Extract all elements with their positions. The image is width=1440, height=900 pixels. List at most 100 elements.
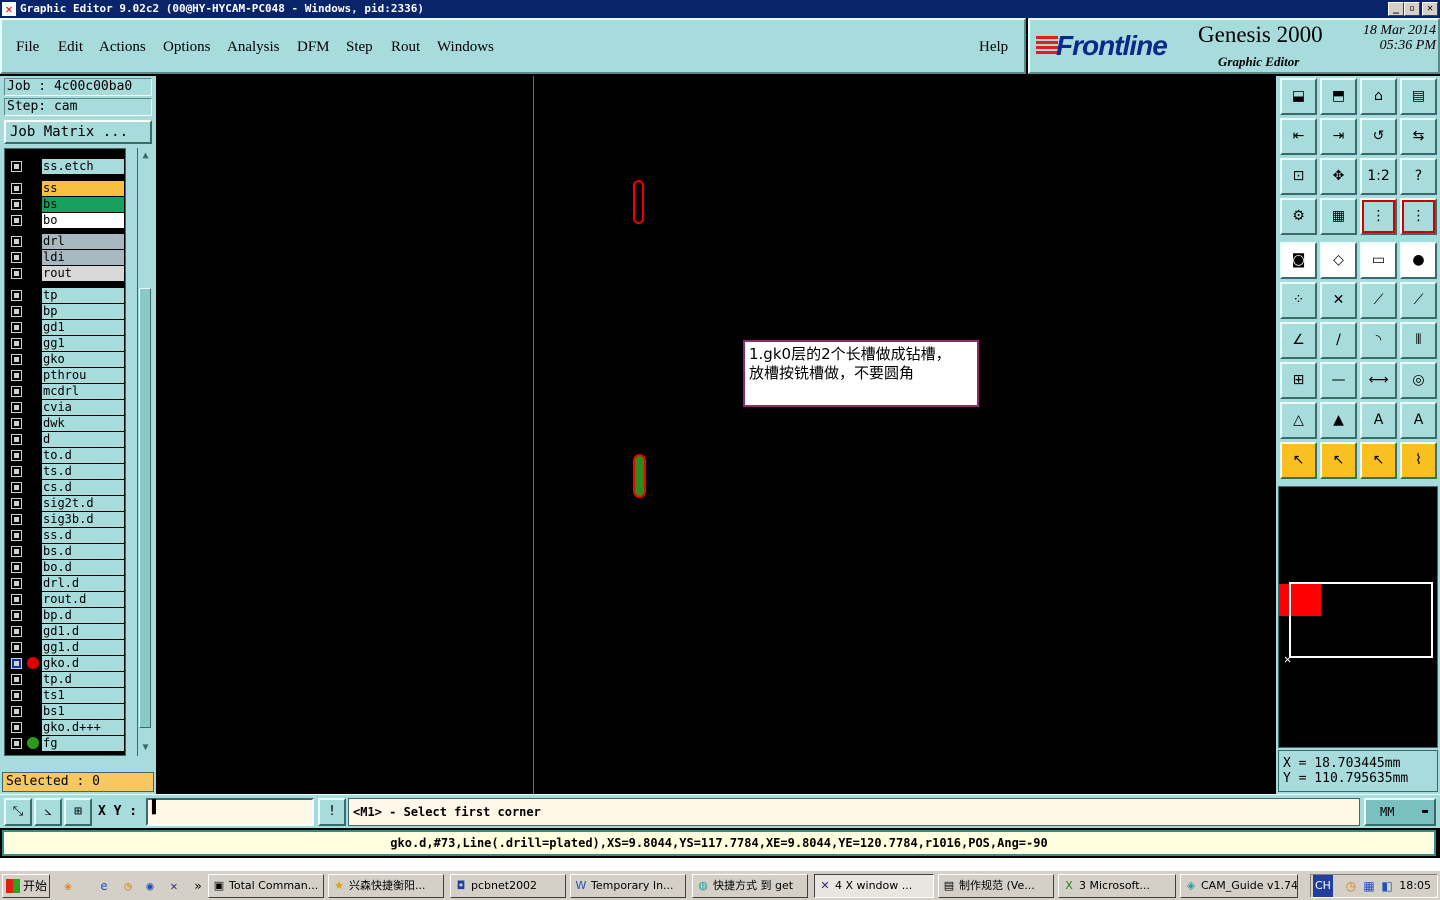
ie-icon[interactable]: e xyxy=(96,878,112,894)
ruler-icon[interactable]: ▭ xyxy=(1360,242,1397,279)
line-point-icon[interactable]: ⟋ xyxy=(1400,282,1437,319)
layer-row[interactable]: bs xyxy=(5,197,125,212)
task-spec[interactable]: ▤ 制作规范 (Ve... xyxy=(938,874,1054,898)
menu-step[interactable]: Step xyxy=(346,39,373,56)
window-icon[interactable]: ▤ xyxy=(1400,78,1437,115)
zoom-window-icon[interactable]: ⤡ xyxy=(4,798,32,826)
layer-row[interactable]: bs.d xyxy=(5,544,125,559)
menu-edit[interactable]: Edit xyxy=(58,39,83,56)
layer-checkbox[interactable] xyxy=(11,578,22,589)
grid-snap-icon[interactable]: ⊞ xyxy=(64,798,92,826)
layer-checkbox[interactable] xyxy=(11,199,22,210)
shapes-icon[interactable]: ◎ xyxy=(1400,362,1437,399)
layer-row[interactable]: gko.d xyxy=(5,656,125,671)
layer-row[interactable]: rout.d xyxy=(5,592,125,607)
layer-row[interactable]: sig2t.d xyxy=(5,496,125,511)
overview-map[interactable]: ✕ xyxy=(1278,486,1438,748)
fit-icon[interactable]: ⊡ xyxy=(1280,158,1317,195)
layer-name[interactable]: bp.d xyxy=(42,608,124,623)
layer-name[interactable]: drl xyxy=(42,234,124,249)
layer-row[interactable]: gg1 xyxy=(5,336,125,351)
scroll-down-icon[interactable]: ▼ xyxy=(140,742,151,753)
layer-name[interactable]: gd1 xyxy=(42,320,124,335)
layer-checkbox[interactable] xyxy=(11,386,22,397)
layer-row[interactable]: gko.d+++ xyxy=(5,720,125,735)
slot-feature-selected[interactable] xyxy=(633,454,646,498)
screen-icon[interactable]: ◙ xyxy=(1280,242,1317,279)
help-icon[interactable]: ? xyxy=(1400,158,1437,195)
layer-checkbox[interactable] xyxy=(11,706,22,717)
clock-app-icon[interactable]: ◷ xyxy=(120,878,136,894)
layer-checkbox[interactable] xyxy=(11,338,22,349)
layer-checkbox[interactable] xyxy=(11,354,22,365)
layer-checkbox[interactable] xyxy=(11,562,22,573)
layer-checkbox[interactable] xyxy=(11,482,22,493)
layer-row[interactable]: drl xyxy=(5,234,125,249)
layer-checkbox[interactable] xyxy=(11,690,22,701)
settings-icon[interactable]: ⚙ xyxy=(1280,198,1317,235)
layer-name[interactable]: bs.d xyxy=(42,544,124,559)
one-to-one-icon[interactable]: 1:2 xyxy=(1360,158,1397,195)
layer-row[interactable]: tp xyxy=(5,288,125,303)
pad-icon[interactable]: ● xyxy=(1400,242,1437,279)
layer-row[interactable]: ss xyxy=(5,181,125,196)
layer-name[interactable]: sig3b.d xyxy=(42,512,124,527)
layer-name[interactable]: ts.d xyxy=(42,464,124,479)
snap-alt-icon[interactable]: ⋮ xyxy=(1400,198,1437,235)
tray-clock-icon[interactable]: ◷ xyxy=(1343,878,1359,894)
layer-name[interactable]: cvia xyxy=(42,400,124,415)
pointer-box-icon[interactable]: ↖ xyxy=(1320,442,1357,479)
layer-checkbox[interactable] xyxy=(11,161,22,172)
layer-checkbox[interactable] xyxy=(11,546,22,557)
route-icon[interactable]: ⌇ xyxy=(1400,442,1437,479)
layer-row[interactable]: d xyxy=(5,432,125,447)
layer-name[interactable]: gg1 xyxy=(42,336,124,351)
menu-analysis[interactable]: Analysis xyxy=(227,39,280,56)
layer-name[interactable]: bo.d xyxy=(42,560,124,575)
input-language[interactable]: CH xyxy=(1313,875,1333,897)
layer-name[interactable]: pthrou xyxy=(42,368,124,383)
graphic-canvas[interactable]: 1.gk0层的2个长槽做成钻槽， 放槽按铣槽做，不要圆角 xyxy=(156,76,1276,794)
tray-volume-icon[interactable]: ◧ xyxy=(1379,878,1395,894)
layer-name[interactable]: tp xyxy=(42,288,124,303)
alert-icon[interactable]: ! xyxy=(318,798,346,826)
layer-checkbox[interactable] xyxy=(11,215,22,226)
layer-checkbox[interactable] xyxy=(11,738,22,749)
layer-checkbox[interactable] xyxy=(11,658,22,669)
layer-status-dot-icon[interactable] xyxy=(27,737,39,749)
layer-row[interactable]: gg1.d xyxy=(5,640,125,655)
layer-checkbox[interactable] xyxy=(11,594,22,605)
menu-options[interactable]: Options xyxy=(163,39,211,56)
menu-file[interactable]: File xyxy=(16,39,39,56)
layer-name[interactable]: rout xyxy=(42,266,124,281)
layer-list-scrollbar[interactable]: ▲ ▼ xyxy=(137,148,152,756)
layer-checkbox[interactable] xyxy=(11,306,22,317)
layer-name[interactable]: cs.d xyxy=(42,480,124,495)
layer-name[interactable]: ss xyxy=(42,181,124,196)
layer-row[interactable]: gd1 xyxy=(5,320,125,335)
layer-name[interactable]: to.d xyxy=(42,448,124,463)
pan-right-icon[interactable]: ⇥ xyxy=(1320,118,1357,155)
layer-checkbox[interactable] xyxy=(11,418,22,429)
layer-name[interactable]: ts1 xyxy=(42,688,124,703)
layer-row[interactable]: cs.d xyxy=(5,480,125,495)
layer-name[interactable]: gko.d+++ xyxy=(42,720,124,735)
layer-name[interactable]: d xyxy=(42,432,124,447)
app-icon[interactable]: ✕ xyxy=(2,2,16,16)
measure-icon[interactable]: ⟷ xyxy=(1360,362,1397,399)
triangle-alt-icon[interactable]: ▲ xyxy=(1320,402,1357,439)
mirror-icon[interactable]: ⫴ xyxy=(1400,322,1437,359)
job-matrix-button[interactable]: Job Matrix ... xyxy=(4,120,152,144)
layer-row[interactable]: gko xyxy=(5,352,125,367)
layer-row[interactable]: ldi xyxy=(5,250,125,265)
layer-checkbox[interactable] xyxy=(11,674,22,685)
layer-checkbox[interactable] xyxy=(11,252,22,263)
task-temporary[interactable]: W Temporary In... xyxy=(570,874,686,898)
layer-checkbox[interactable] xyxy=(11,370,22,381)
scroll-thumb[interactable] xyxy=(139,288,151,728)
layer-row[interactable]: dwk xyxy=(5,416,125,431)
pan-left-icon[interactable]: ⇤ xyxy=(1280,118,1317,155)
line-icon[interactable]: ⟋ xyxy=(1360,282,1397,319)
angle-snap-icon[interactable]: ⦣ xyxy=(34,798,62,826)
layer-name[interactable]: bp xyxy=(42,304,124,319)
